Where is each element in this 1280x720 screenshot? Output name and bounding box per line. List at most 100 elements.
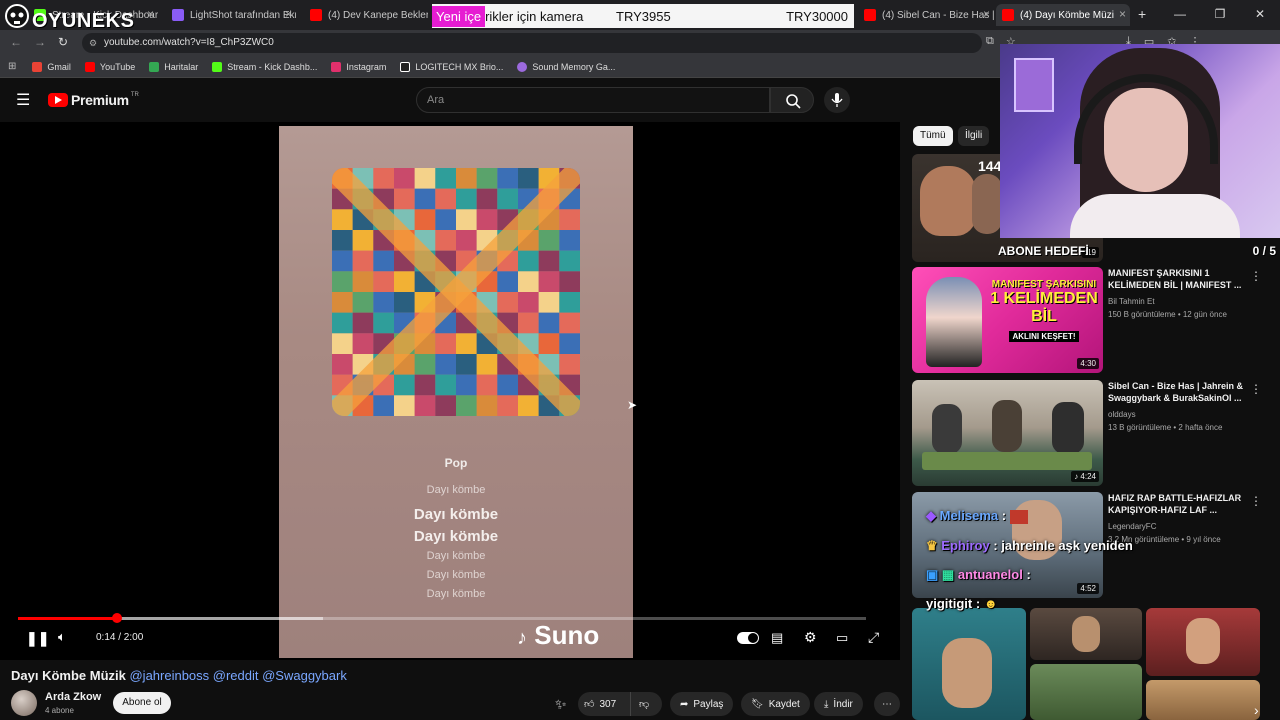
short-thumbnail[interactable] xyxy=(1146,608,1260,676)
short-thumbnail[interactable] xyxy=(1030,608,1142,660)
scrubber-handle[interactable] xyxy=(111,613,122,623)
settings-icon[interactable]: ⚙ xyxy=(804,629,817,646)
thumb-headline: MANIFEST ŞARKISINI 1 KELİMEDEN BİL AKLIN… xyxy=(986,279,1102,344)
tab-sibel-can[interactable]: (4) Sibel Can - Bize Has | J × xyxy=(858,4,994,26)
save-button[interactable]: 🔖︎ Kaydet xyxy=(741,692,810,716)
install-icon[interactable]: ⧉ xyxy=(986,35,994,48)
youtube-play-icon xyxy=(48,93,68,107)
back-icon[interactable]: ← xyxy=(10,35,22,49)
autoplay-toggle[interactable] xyxy=(737,632,759,644)
download-button[interactable]: ⤓ İndir xyxy=(814,692,863,716)
patch-tile xyxy=(497,271,518,292)
rec-title[interactable]: Sibel Can - Bize Has | Jahrein & Swaggyb… xyxy=(1108,380,1244,404)
hamburger-icon[interactable]: ☰ xyxy=(16,90,30,110)
patch-tile xyxy=(559,230,580,251)
url-field[interactable]: ⚙ youtube.com/watch?v=I8_ChP3ZWC0 xyxy=(82,33,982,53)
apps-icon[interactable]: ⊞ xyxy=(8,61,16,72)
rec-title[interactable]: HAFIZ RAP BATTLE-HAFIZLAR KAPIŞIYOR-HAFI… xyxy=(1108,492,1244,516)
short-thumbnail[interactable] xyxy=(1146,680,1260,720)
channel-name[interactable]: Arda Zkow xyxy=(45,691,101,703)
share-button[interactable]: ➦ Paylaş xyxy=(670,692,734,716)
close-icon[interactable]: × xyxy=(285,7,292,21)
promo-banner: Yeni içe rikler için kamera TRY3955 TRY3… xyxy=(432,4,854,28)
tab-dev-kanepe[interactable]: (4) Dev Kanepe Beklerken xyxy=(304,4,428,26)
patch-tile xyxy=(373,395,394,416)
progress-bar[interactable] xyxy=(18,613,866,623)
minimize-icon[interactable]: — xyxy=(1160,0,1200,30)
patch-tile xyxy=(352,250,374,272)
patch-tile xyxy=(435,168,456,189)
patch-tile xyxy=(332,354,353,375)
more-icon[interactable]: ⋮ xyxy=(1250,494,1262,508)
reload-icon[interactable]: ↻ xyxy=(58,35,68,49)
title-hashtags[interactable]: @jahreinboss @reddit @Swaggybark xyxy=(129,668,346,683)
person-face xyxy=(926,277,982,367)
search-input[interactable]: Ara xyxy=(416,87,770,113)
subscribe-button[interactable]: Abone ol xyxy=(113,692,171,714)
patch-tile xyxy=(538,250,560,272)
close-icon[interactable]: × xyxy=(983,7,990,21)
video-player[interactable]: Pop Dayı kömbe Dayı kömbe Dayı kömbe Day… xyxy=(0,122,900,660)
more-actions-button[interactable]: ⋯ xyxy=(874,692,900,716)
brand-text: OYUNEKS xyxy=(32,10,135,32)
close-icon[interactable]: × xyxy=(1119,7,1126,21)
bookmark-sound-memory[interactable]: Sound Memory Ga... xyxy=(517,61,615,72)
patch-tile xyxy=(476,209,498,230)
rec-title[interactable]: MANIFEST ŞARKISINI 1 KELİMEDEN BİL | MAN… xyxy=(1108,267,1244,291)
patch-tile xyxy=(373,271,394,292)
patch-tile xyxy=(414,209,436,230)
tab-label: LightShot tarafından Ekra xyxy=(190,9,296,21)
rec-channel[interactable]: LegendaryFC xyxy=(1108,522,1156,531)
patch-tile xyxy=(373,250,394,272)
youtube-logo[interactable]: Premium TR xyxy=(48,92,139,108)
bookmark-instagram[interactable]: Instagram xyxy=(331,61,386,72)
patch-tile xyxy=(518,271,539,292)
pause-icon[interactable]: ❚❚ xyxy=(26,630,49,647)
badge-icon: ▦ xyxy=(941,567,955,582)
tab-lightshot[interactable]: LightShot tarafından Ekra × xyxy=(166,4,296,26)
window-controls: — ❐ ✕ xyxy=(1160,0,1280,30)
subtitles-icon[interactable]: ▤ xyxy=(771,630,783,646)
dislike-button[interactable]: 👎︎ xyxy=(630,692,662,716)
album-cover xyxy=(332,168,580,416)
patch-tile xyxy=(332,250,353,272)
close-window-icon[interactable]: ✕ xyxy=(1240,0,1280,30)
url-text: youtube.com/watch?v=I8_ChP3ZWC0 xyxy=(104,37,274,48)
crown-icon: ♛ xyxy=(926,538,938,553)
chat-line: ▣ ▦ antuanelol : xyxy=(926,567,1031,583)
forward-icon[interactable]: → xyxy=(34,35,46,49)
bookmark-kick[interactable]: Stream - Kick Dashb... xyxy=(212,61,317,72)
search-button[interactable] xyxy=(770,87,814,113)
duration-badge: 4:30 xyxy=(1077,358,1099,369)
person-face xyxy=(972,174,1002,234)
chip-related[interactable]: İlgili xyxy=(958,126,990,146)
share-icon: ➦ xyxy=(680,698,689,710)
site-info-icon[interactable]: ⚙ xyxy=(89,33,97,53)
fullscreen-icon[interactable]: ⤢ xyxy=(868,629,879,646)
like-button[interactable]: 👍︎ 307 xyxy=(578,692,630,716)
rec-channel[interactable]: Bil Tahmin Et xyxy=(1108,297,1155,306)
sparkle-icon[interactable]: ✨︎ xyxy=(555,696,567,713)
rec-channel[interactable]: olddays xyxy=(1108,410,1136,419)
bookmark-maps[interactable]: Haritalar xyxy=(149,61,198,72)
new-tab-button[interactable]: + xyxy=(1138,6,1146,22)
theater-mode-icon[interactable]: ▭ xyxy=(836,630,848,646)
voice-search-button[interactable] xyxy=(824,87,850,113)
tab-dayi-kombe[interactable]: (4) Dayı Kömbe Müzi × xyxy=(996,4,1130,26)
chat-message: : jahreinle aşk yeniden xyxy=(993,538,1133,553)
more-icon[interactable]: ⋮ xyxy=(1250,382,1262,396)
short-thumbnail[interactable] xyxy=(1030,664,1142,720)
bookmark-gmail[interactable]: Gmail xyxy=(32,61,71,72)
patch-tile xyxy=(435,230,456,251)
volume-icon[interactable]: 🔈︎ xyxy=(58,629,66,645)
chevron-right-icon[interactable]: › xyxy=(1254,702,1259,718)
bookmark-logitech[interactable]: LOGITECH MX Brio... xyxy=(400,61,503,72)
avatar[interactable] xyxy=(11,690,37,716)
short-thumbnail[interactable] xyxy=(912,608,1026,720)
rec-meta: 13 B görüntüleme • 2 hafta önce xyxy=(1108,423,1223,432)
close-icon[interactable]: × xyxy=(147,7,154,21)
chip-all[interactable]: Tümü xyxy=(913,126,953,146)
bookmark-youtube[interactable]: YouTube xyxy=(84,61,135,72)
maximize-icon[interactable]: ❐ xyxy=(1200,0,1240,30)
more-icon[interactable]: ⋮ xyxy=(1250,269,1262,283)
